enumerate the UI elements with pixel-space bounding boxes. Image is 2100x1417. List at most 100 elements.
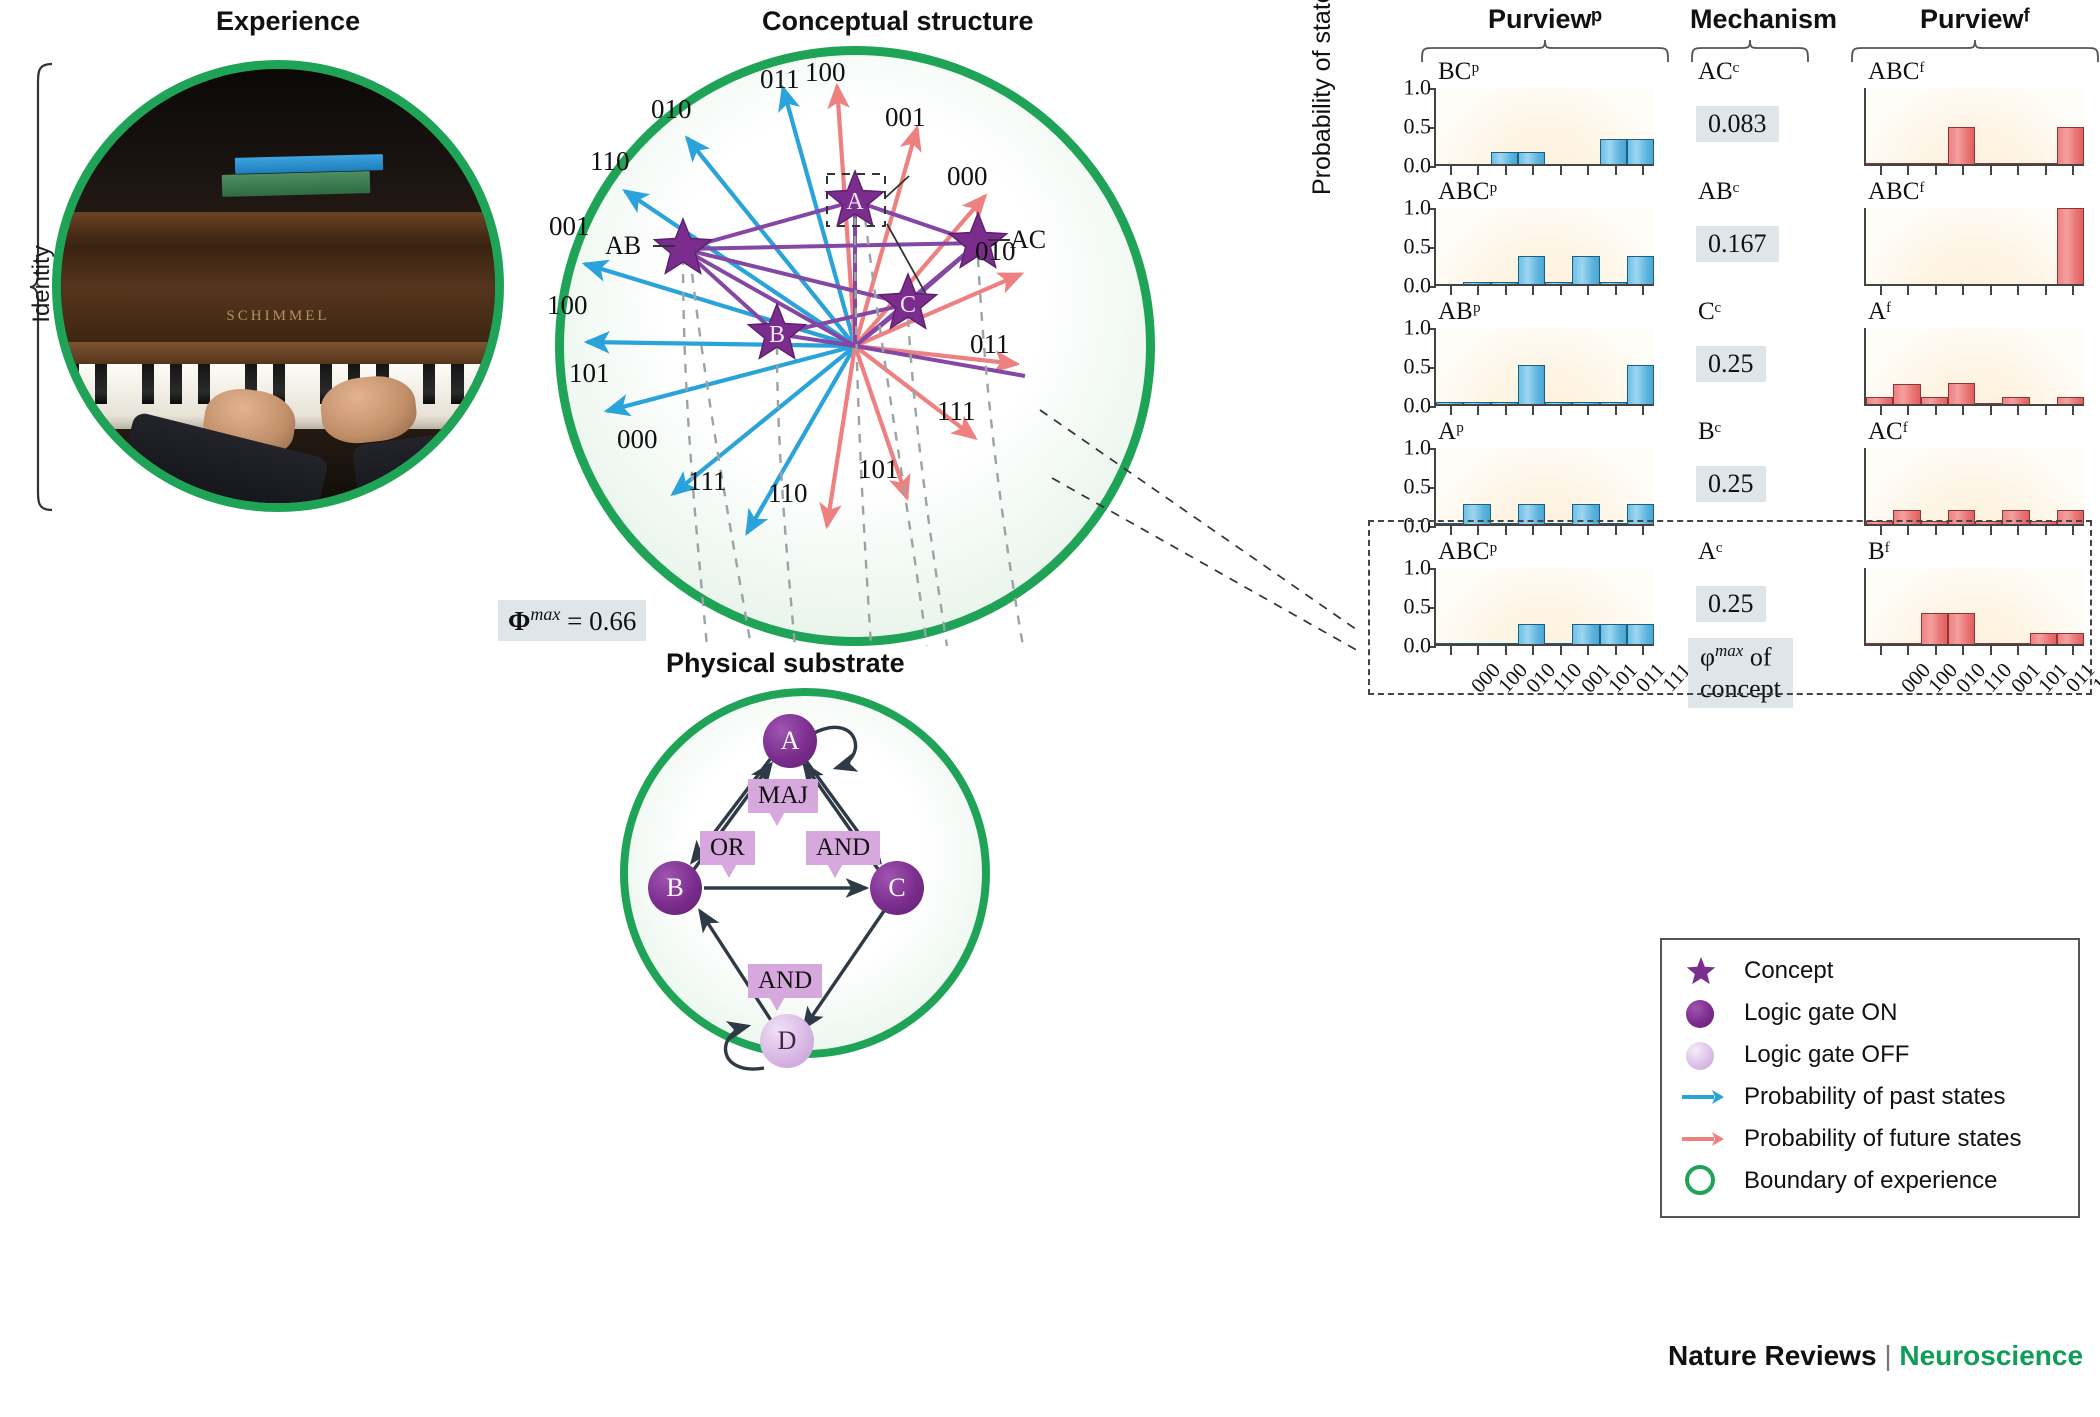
chart-column-header: Purviewᵖ [1487, 4, 1603, 34]
logic-gate-off-icon [1680, 1038, 1726, 1072]
piano-photo: SCHIMMEL [61, 69, 495, 503]
x-tick-mark [1989, 286, 1992, 295]
concept-label-ab: AB [605, 231, 642, 260]
journal-subject: Neuroscience [1899, 1340, 2084, 1371]
bar [1572, 256, 1600, 286]
x-axis-line [1436, 164, 1654, 166]
y-tick-label: 1.0 [1403, 194, 1432, 220]
mechanism-label-row3: Bᶜ [1698, 418, 1722, 445]
x-tick-mark [1504, 286, 1507, 295]
x-tick-mark [1962, 286, 1965, 295]
x-tick-mark [1559, 286, 1562, 295]
state-rim-label: 111 [688, 466, 727, 496]
bar [1599, 138, 1627, 166]
x-tick-mark [1642, 286, 1645, 295]
x-tick-mark [1962, 406, 1965, 415]
phi-symbol: Φ [508, 606, 531, 636]
y-tick-mark [1430, 166, 1436, 168]
bar [1626, 256, 1654, 286]
physical-substrate-title: Physical substrate [666, 648, 905, 678]
purview-label-cause-row0: BCᵖ [1438, 58, 1480, 85]
gate-pointer [720, 862, 738, 878]
legend-item-2: Logic gate OFF [1680, 1038, 1909, 1072]
bar-plot-effect-row2 [1864, 328, 2084, 415]
x-tick-mark [1532, 166, 1535, 175]
bar [1626, 365, 1654, 406]
mechanism-label-row2: Cᶜ [1698, 298, 1722, 325]
bar [1626, 138, 1654, 166]
phi-max-value-row1: 0.167 [1696, 226, 1779, 262]
legend-item-label: Probability of past states [1744, 1083, 2006, 1110]
state-rim-label: 001 [549, 211, 590, 241]
mechanism-label-row0: ACᶜ [1698, 58, 1740, 85]
phi-max-value-row2: 0.25 [1696, 346, 1766, 382]
x-tick-mark [1907, 286, 1910, 295]
x-tick-mark [1989, 406, 1992, 415]
bar [2056, 127, 2084, 166]
substrate-node-b: B [648, 861, 702, 915]
x-tick-mark [2017, 406, 2020, 415]
substrate-node-label: B [666, 873, 684, 902]
bar-series-cause [1436, 328, 1654, 406]
substrate-node-label: A [780, 726, 800, 755]
legend-item-label: Probability of future states [1744, 1125, 2022, 1152]
bar-plot-cause-row2: 1.0 0.5 0.0 [1404, 314, 1654, 417]
x-tick-mark [1934, 286, 1937, 295]
phi-max-value-row3: 0.25 [1696, 466, 1766, 502]
piano-brand-text: SCHIMMEL [226, 307, 330, 324]
substrate-node-a: A [763, 714, 817, 768]
x-tick-mark [1477, 406, 1480, 415]
x-tick-mark [1532, 286, 1535, 295]
bar [2056, 208, 2084, 286]
x-tick-mark [1614, 406, 1617, 415]
purview-label-effect-row0: ABCᶠ [1868, 58, 1925, 85]
bar [1517, 256, 1545, 286]
x-tick-mark [1504, 166, 1507, 175]
bar-series-effect [1866, 208, 2084, 286]
state-rim-label: 011 [970, 329, 1010, 359]
experience-panel-title: Experience [216, 6, 361, 36]
phi-max-badge: Φmax = 0.66 [498, 600, 647, 641]
gate-pointer [826, 862, 844, 878]
footer-separator: | [1884, 1340, 1892, 1371]
bar [1947, 383, 1975, 406]
state-rim-label: 101 [569, 358, 610, 388]
y-tick-label: 0.0 [1403, 152, 1432, 178]
purview-label-effect-row3: ACᶠ [1868, 418, 1908, 445]
chart-column-header: Purviewᶠ [1919, 4, 2031, 34]
y-tick-label: 0.5 [1403, 353, 1432, 379]
bar [1947, 127, 1975, 166]
bar-series-effect [1866, 448, 2084, 526]
future-states-arrow-icon [1680, 1122, 1726, 1156]
bar-plot-effect-row1 [1864, 208, 2084, 295]
x-tick-mark [1642, 166, 1645, 175]
x-tick-mark [1559, 406, 1562, 415]
x-tick-mark [2072, 166, 2075, 175]
journal-name: Nature Reviews [1668, 1340, 1877, 1371]
y-tick-label: 1.0 [1403, 74, 1432, 100]
bar-plot-effect-row0 [1864, 88, 2084, 175]
y-tick-label: 0.5 [1403, 233, 1432, 259]
x-axis-line [1866, 404, 2084, 406]
conceptual-structure-title: Conceptual structure [762, 6, 1034, 36]
x-tick-mark [2072, 406, 2075, 415]
x-tick-mark [1449, 166, 1452, 175]
x-tick-mark [1559, 166, 1562, 175]
x-tick-mark [2072, 286, 2075, 295]
boundary-of-experience-icon [1680, 1164, 1726, 1198]
state-rim-label: 110 [590, 146, 630, 176]
state-rim-label: 011 [760, 64, 800, 94]
legend-item-label: Logic gate ON [1744, 999, 1898, 1026]
bar [1517, 365, 1545, 406]
x-tick-mark [1532, 406, 1535, 415]
chart-y-axis-label: Probability of state [1308, 0, 1336, 195]
x-tick-mark [1962, 166, 1965, 175]
phi-sup: max [530, 604, 561, 624]
x-tick-mark [1449, 286, 1452, 295]
y-tick-label: 0.5 [1403, 113, 1432, 139]
book-green [221, 171, 370, 197]
bar-plot-cause-row3: 1.0 0.5 0.0 [1404, 434, 1654, 537]
state-rim-label: 111 [937, 396, 976, 426]
past-states-arrow-icon [1680, 1080, 1726, 1114]
x-tick-mark [2017, 166, 2020, 175]
